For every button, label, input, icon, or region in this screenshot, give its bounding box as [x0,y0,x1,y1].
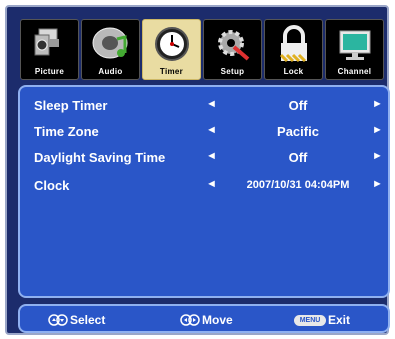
setting-row-time-zone[interactable]: Time Zone ◄ Pacific ► [20,117,388,143]
setting-value: Off [288,98,308,113]
menu-key-icon: MENU [294,314,326,326]
setting-name: Time Zone [34,124,99,139]
tab-label: Lock [283,67,304,76]
tab-label: Channel [337,67,372,76]
tab-picture[interactable]: Picture [20,19,79,80]
speaker-music-icon [92,27,128,59]
footer-hint-bar: Select Move MENU Exit [18,304,390,333]
tab-lock[interactable]: Lock [264,19,323,80]
setting-name: Clock [34,178,70,193]
right-arrow-icon[interactable]: ► [372,98,383,110]
left-right-buttons-icon [180,314,200,326]
tab-label: Picture [34,67,65,76]
timer-settings-panel: Sleep Timer ◄ Off ► Time Zone ◄ Pacific … [18,85,390,298]
tab-label: Timer [159,67,184,76]
move-label: Move [202,313,233,327]
setting-value: 2007/10/31 04:04PM [246,179,350,191]
setting-name: Sleep Timer [34,98,108,113]
tab-setup[interactable]: Setup [203,19,262,80]
tab-timer[interactable]: Timer [142,19,201,80]
setting-value: Off [288,150,308,165]
left-arrow-icon[interactable]: ◄ [206,98,217,110]
setting-row-daylight-saving[interactable]: Daylight Saving Time ◄ Off ► [20,143,388,169]
monitor-icon [339,30,371,60]
tv-osd-menu: Picture Audio Timer Setup Lock Channel S… [5,5,390,335]
move-hint: Move [180,312,233,328]
left-arrow-icon[interactable]: ◄ [206,124,217,136]
select-hint: Select [48,312,105,328]
gear-tools-icon [218,30,250,61]
clock-icon [155,27,189,61]
tab-audio[interactable]: Audio [81,19,140,80]
right-arrow-icon[interactable]: ► [372,178,383,190]
exit-hint: MENU Exit [294,312,350,328]
right-arrow-icon[interactable]: ► [372,124,383,136]
left-arrow-icon[interactable]: ◄ [206,178,217,190]
setting-row-clock[interactable]: Clock ◄ 2007/10/31 04:04PM ► [20,171,388,197]
setting-value: Pacific [277,124,319,139]
up-down-buttons-icon [48,314,68,326]
menu-tab-strip: Picture Audio Timer Setup Lock Channel [20,19,390,80]
tab-channel[interactable]: Channel [325,19,384,80]
tab-label: Audio [98,67,123,76]
left-arrow-icon[interactable]: ◄ [206,150,217,162]
tab-label: Setup [220,67,245,76]
padlock-icon [279,25,307,63]
setting-name: Daylight Saving Time [34,150,166,165]
select-label: Select [70,313,106,327]
exit-label: Exit [328,313,351,327]
setting-row-sleep-timer[interactable]: Sleep Timer ◄ Off ► [20,91,388,117]
right-arrow-icon[interactable]: ► [372,150,383,162]
camera-icon [34,28,59,56]
